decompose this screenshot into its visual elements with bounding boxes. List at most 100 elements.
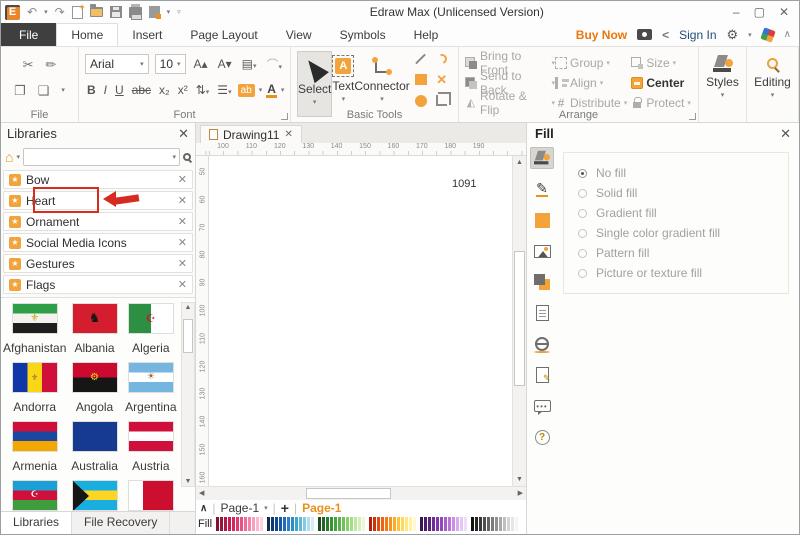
export-dropdown-caret[interactable]: ▾ — [167, 8, 171, 16]
fill-option-solid-fill[interactable]: Solid fill — [578, 183, 788, 203]
italic-button[interactable]: I — [102, 83, 109, 97]
size-button[interactable]: Size ▾ — [631, 56, 692, 70]
new-document-icon[interactable] — [71, 2, 85, 19]
canvas-text-1091[interactable]: 1091 — [452, 178, 476, 190]
decrease-font-icon[interactable]: A▾ — [216, 57, 234, 71]
canvas-scroll-up-icon[interactable]: ▲ — [516, 159, 523, 166]
print-icon[interactable] — [128, 3, 142, 20]
tab-view[interactable]: View — [272, 23, 326, 46]
palette-swatch[interactable] — [271, 517, 275, 531]
paste-icon[interactable]: ❏ — [38, 84, 50, 97]
redo-icon[interactable]: ↷ — [55, 6, 65, 18]
palette-swatch[interactable] — [491, 517, 495, 531]
palette-swatch[interactable] — [318, 517, 322, 531]
scroll-thumb[interactable] — [183, 319, 193, 353]
palette-swatch[interactable] — [479, 517, 483, 531]
page-tab-dropdown-caret[interactable]: ▾ — [264, 504, 268, 512]
editing-button[interactable]: Editing ▾ — [753, 51, 792, 117]
line-tool-icon[interactable] — [412, 50, 430, 68]
open-file-icon[interactable] — [89, 4, 103, 17]
ellipse-tool-icon[interactable] — [412, 92, 430, 110]
radio-selected[interactable] — [578, 168, 587, 178]
flag-shape-andorra[interactable]: ⚜ Andorra — [3, 363, 66, 414]
cut-icon[interactable]: ✂ — [23, 58, 34, 71]
palette-swatch[interactable] — [299, 517, 303, 531]
note-icon[interactable] — [530, 364, 554, 386]
underline-button[interactable]: U — [113, 83, 126, 97]
home-dropdown-caret[interactable]: ▾ — [16, 153, 20, 161]
buy-now-link[interactable]: Buy Now — [576, 28, 627, 42]
settings-dropdown-caret[interactable]: ▾ — [748, 31, 752, 39]
bullet-list-icon[interactable]: ☰▾ — [215, 83, 233, 97]
palette-swatch[interactable] — [216, 517, 220, 531]
palette-swatch[interactable] — [244, 517, 248, 531]
library-item-close-icon[interactable]: ✕ — [178, 173, 187, 186]
palette-swatch[interactable] — [424, 517, 428, 531]
export-icon[interactable] — [148, 6, 161, 19]
palette-swatch[interactable] — [330, 517, 334, 531]
tab-home[interactable]: Home — [56, 23, 119, 46]
canvas-scroll-left-icon[interactable]: ◀ — [199, 490, 204, 497]
palette-swatch[interactable] — [444, 517, 448, 531]
flag-shape-australia[interactable]: Australia — [66, 422, 122, 473]
palette-swatch[interactable] — [252, 517, 256, 531]
canvas-horizontal-scrollbar[interactable]: ◀ ▶ — [196, 486, 526, 500]
palette-swatch[interactable] — [428, 517, 432, 531]
flag-shape-albania[interactable]: ♞ Albania — [66, 304, 122, 355]
palette-swatch[interactable] — [460, 517, 464, 531]
dropdown-caret[interactable]: ▾ — [606, 59, 610, 67]
radio-unselected[interactable] — [578, 188, 587, 198]
palette-swatch[interactable] — [409, 517, 413, 531]
flag-shape-partial[interactable] — [66, 481, 122, 511]
text-arc-icon[interactable]: ⌒▾ — [264, 56, 284, 73]
line-spacing-icon[interactable]: ⇅▾ — [194, 83, 212, 97]
palette-swatch[interactable] — [228, 517, 232, 531]
palette-swatch[interactable] — [420, 517, 424, 531]
palette-swatch[interactable] — [287, 517, 291, 531]
fill-option-gradient-fill[interactable]: Gradient fill — [578, 203, 788, 223]
maximize-button[interactable]: ▢ — [754, 6, 765, 18]
scroll-up-icon[interactable]: ▲ — [185, 304, 192, 311]
palette-swatch[interactable] — [224, 517, 228, 531]
radio-unselected[interactable] — [578, 208, 587, 218]
library-item-close-icon[interactable]: ✕ — [178, 257, 187, 270]
page-tab[interactable]: Page-1 — [220, 501, 259, 515]
font-color-dropdown-caret[interactable]: ▾ — [281, 86, 285, 94]
paste-dropdown-caret[interactable]: ▾ — [61, 86, 65, 94]
canvas-hscroll-thumb[interactable] — [306, 488, 391, 499]
palette-swatch[interactable] — [487, 517, 491, 531]
palette-swatch[interactable] — [377, 517, 381, 531]
help-icon[interactable]: ? — [530, 426, 554, 448]
palette-swatch[interactable] — [507, 517, 511, 531]
shadow-icon[interactable] — [530, 271, 554, 293]
libraries-close-icon[interactable]: ✕ — [178, 126, 189, 142]
flag-shape-armenia[interactable]: Armenia — [3, 422, 66, 473]
increase-font-icon[interactable]: A▴ — [192, 57, 210, 71]
arc-tool-icon[interactable] — [433, 50, 451, 68]
palette-swatch[interactable] — [358, 517, 362, 531]
close-button[interactable]: ✕ — [779, 6, 789, 18]
distribute-button[interactable]: # Distribute ▾ — [555, 96, 631, 110]
undo-dropdown-caret[interactable]: ▾ — [44, 8, 48, 16]
font-color-icon[interactable]: A — [266, 83, 277, 98]
document-tab[interactable]: Drawing11 ✕ — [200, 125, 302, 143]
palette-swatch[interactable] — [456, 517, 460, 531]
fill-option-no-fill[interactable]: No fill — [578, 163, 788, 183]
palette-swatch[interactable] — [311, 517, 315, 531]
minimize-button[interactable]: – — [733, 6, 740, 18]
palette-swatch[interactable] — [413, 517, 417, 531]
flag-shape-austria[interactable]: Austria — [123, 422, 179, 473]
library-item-flags[interactable]: ★ Flags ✕ — [3, 275, 193, 294]
panel-tab-libraries[interactable]: Libraries — [1, 511, 73, 534]
rectangle-tool-icon[interactable] — [412, 71, 430, 89]
connector-tool-button[interactable]: Connector ▾ — [354, 51, 410, 117]
library-item-social-media-icons[interactable]: ★ Social Media Icons ✕ — [3, 233, 193, 252]
bold-button[interactable]: B — [85, 83, 98, 97]
library-search-input[interactable]: ▾ — [22, 147, 180, 166]
palette-swatch[interactable] — [232, 517, 236, 531]
palette-swatch[interactable] — [342, 517, 346, 531]
palette-swatch[interactable] — [373, 517, 377, 531]
strikethrough-button[interactable]: abc — [130, 83, 153, 97]
panel-tab-file-recovery[interactable]: File Recovery — [72, 512, 171, 534]
home-icon[interactable]: ⌂ — [5, 150, 13, 164]
